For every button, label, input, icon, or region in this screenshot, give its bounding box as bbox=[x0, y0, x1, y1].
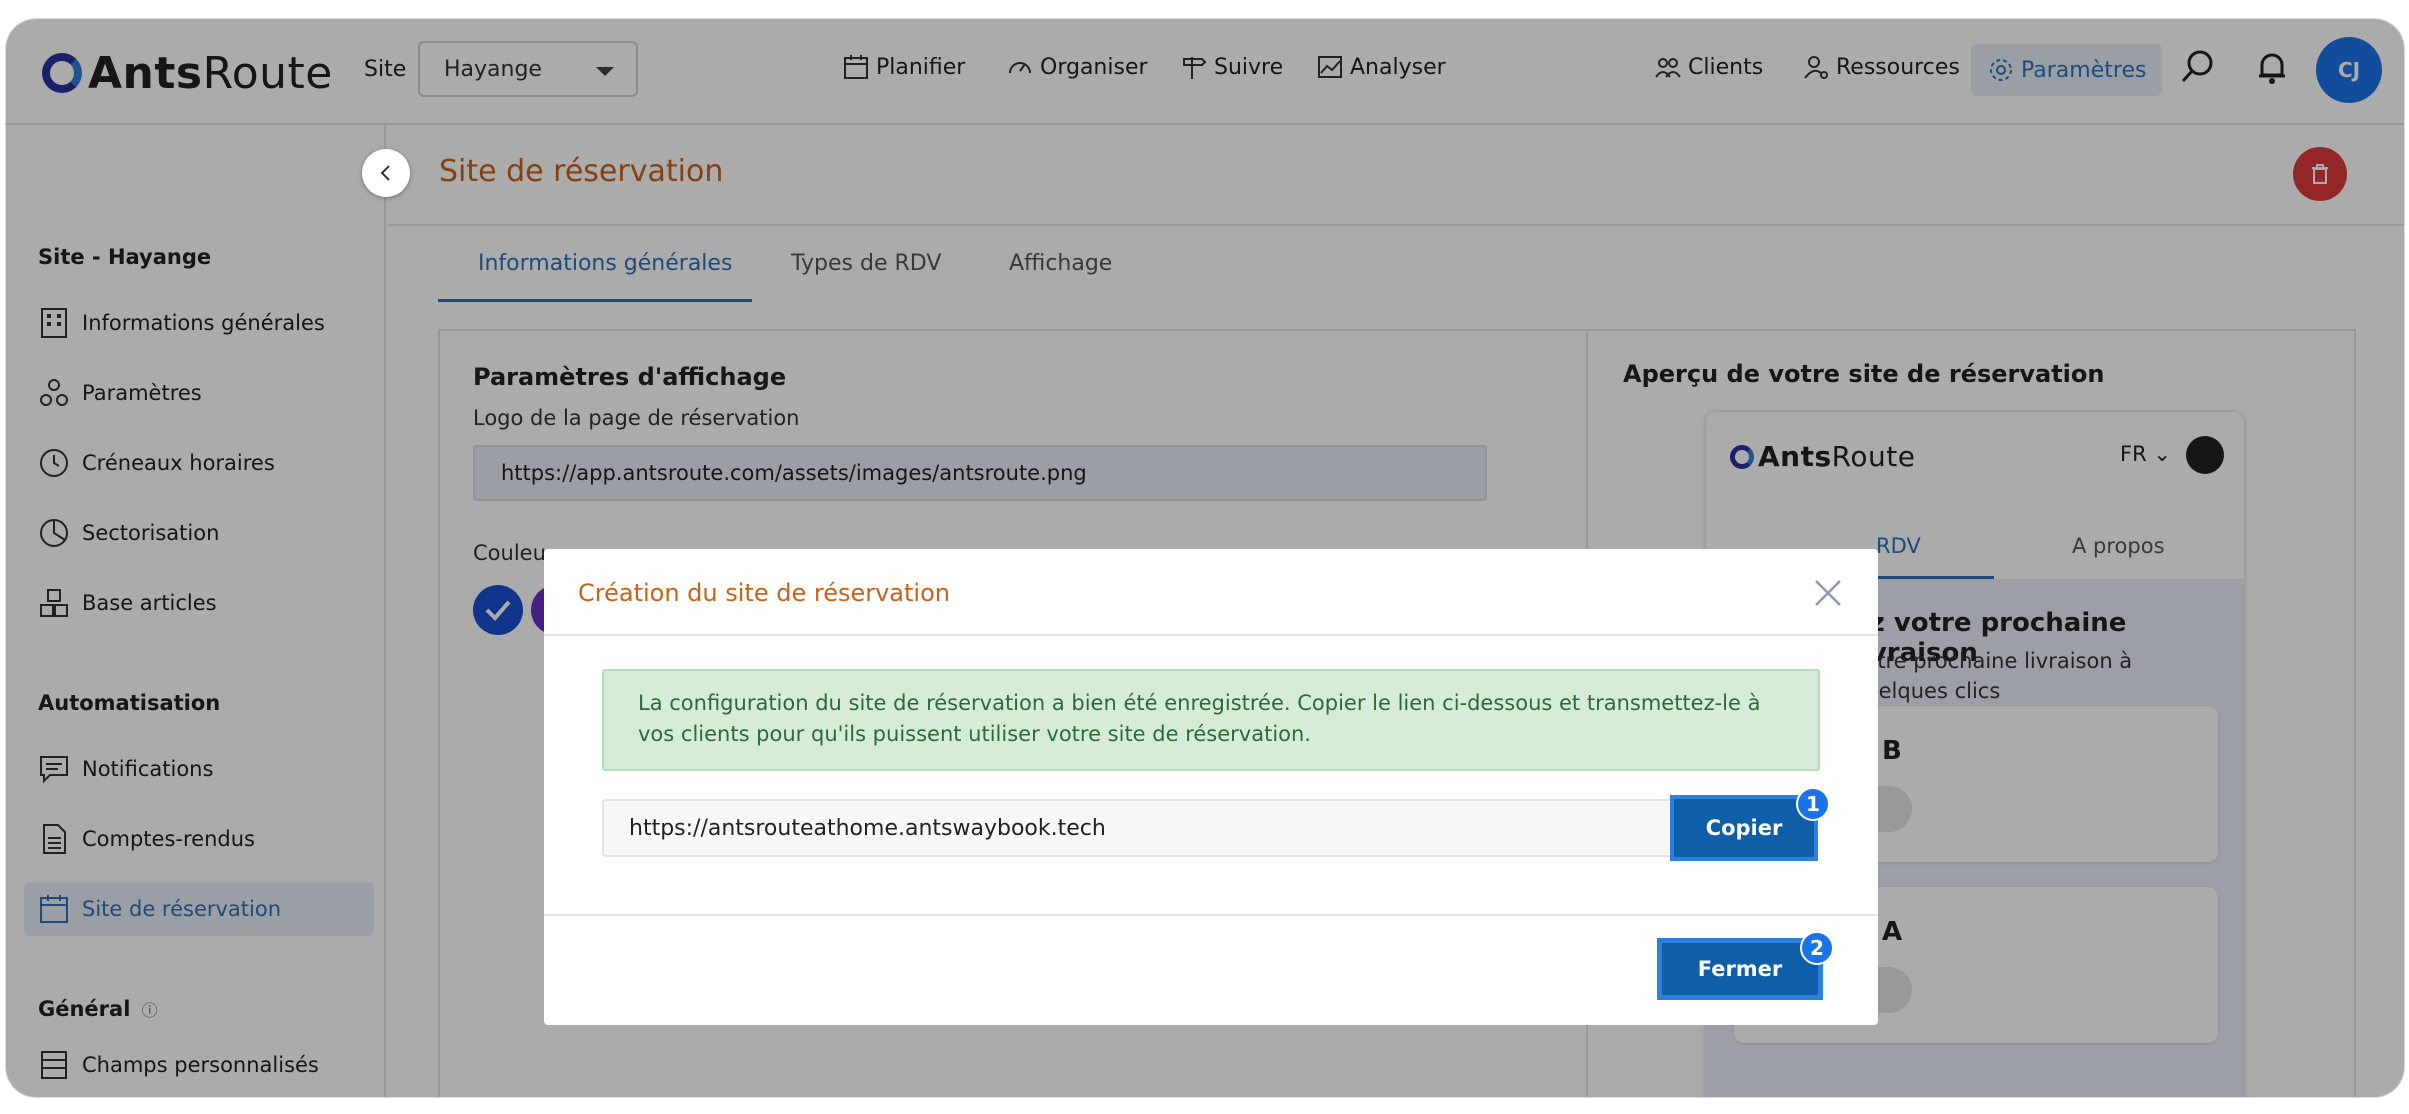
creation-modal: Création du site de réservation La confi… bbox=[544, 549, 1878, 1025]
close-icon[interactable] bbox=[1812, 577, 1844, 609]
app-window: AntsRoute Site Hayange Planifier Organis… bbox=[6, 19, 2404, 1097]
modal-divider bbox=[544, 634, 1878, 636]
close-button[interactable]: Fermer bbox=[1662, 943, 1818, 995]
step-badge-2: 2 bbox=[1800, 931, 1834, 965]
success-alert: La configuration du site de réservation … bbox=[602, 669, 1820, 771]
modal-footer-divider bbox=[544, 914, 1878, 916]
modal-title: Création du site de réservation bbox=[578, 579, 950, 607]
collapse-sidebar-button[interactable] bbox=[362, 149, 410, 197]
reservation-link-input[interactable]: https://antsrouteathome.antswaybook.tech bbox=[602, 799, 1694, 857]
copy-button[interactable]: Copier bbox=[1674, 799, 1814, 857]
chevron-left-icon bbox=[380, 165, 390, 181]
step-badge-1: 1 bbox=[1796, 787, 1830, 821]
